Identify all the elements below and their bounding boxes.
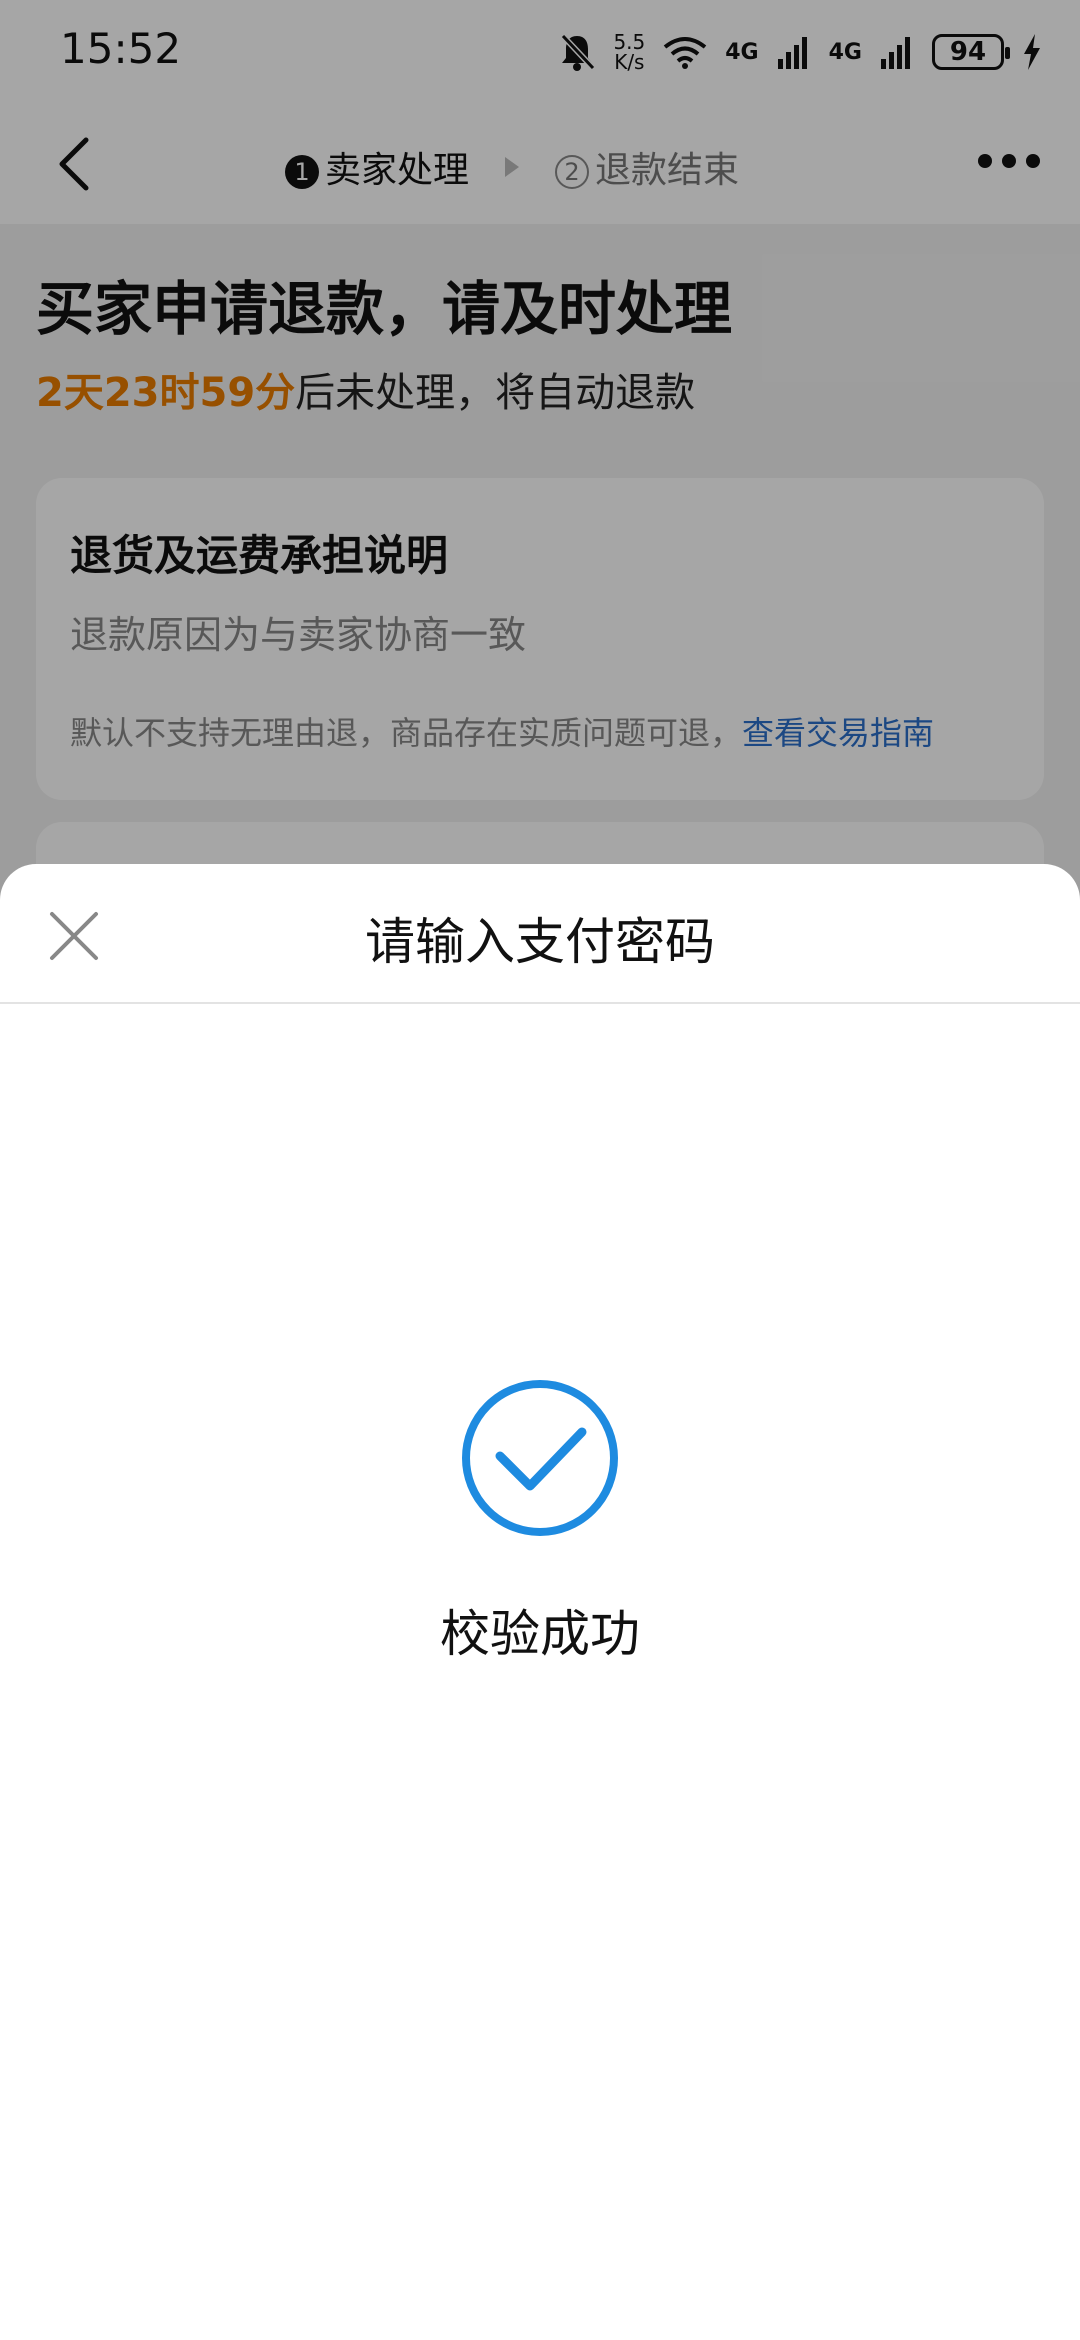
payment-password-sheet: 请输入支付密码 校验成功 <box>0 864 1080 2340</box>
verification-success-text: 校验成功 <box>440 1605 640 1663</box>
sheet-header: 请输入支付密码 <box>0 864 1080 1004</box>
sheet-title: 请输入支付密码 <box>365 913 715 971</box>
check-circle-icon <box>462 1380 618 1536</box>
